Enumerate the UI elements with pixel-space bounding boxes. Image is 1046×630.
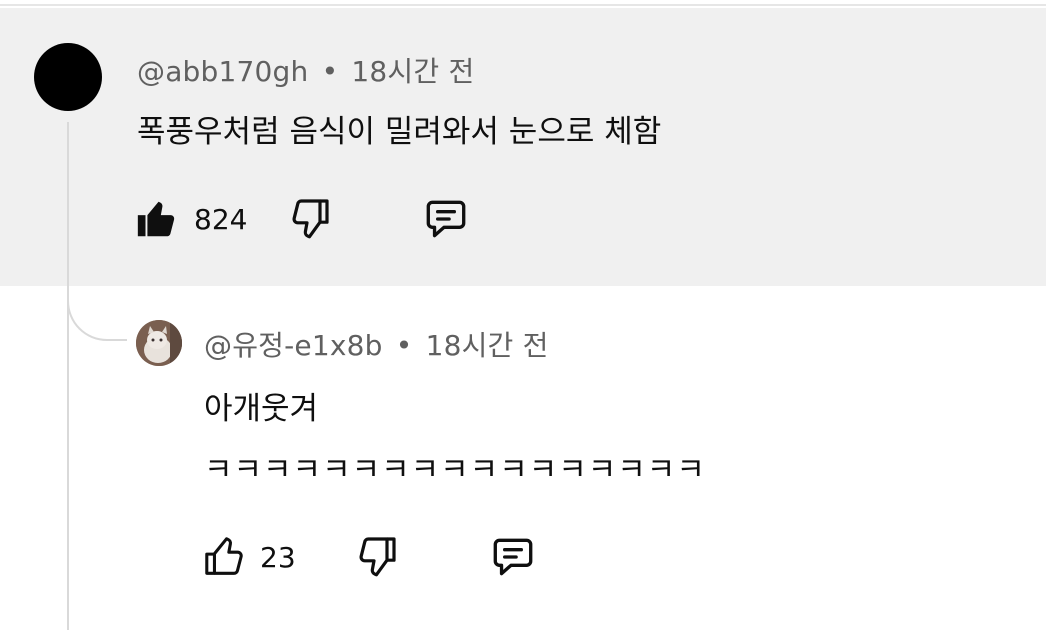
thread-connector — [67, 285, 127, 341]
avatar[interactable] — [34, 43, 102, 111]
thumbs-down-icon[interactable] — [287, 195, 335, 243]
reply-time[interactable]: 18시간 전 — [426, 329, 549, 362]
reply-text-line-2: ㅋㅋㅋㅋㅋㅋㅋㅋㅋㅋㅋㅋㅋㅋㅋㅋㅋ — [204, 452, 706, 488]
reply-meta: @유정-e1x8b • 18시간 전 — [204, 324, 549, 364]
thumbs-up-filled-icon[interactable] — [134, 196, 180, 242]
meta-separator: • — [321, 55, 339, 88]
comment-meta: @abb170gh • 18시간 전 — [137, 50, 474, 90]
thumbs-up-outline-icon[interactable] — [202, 534, 248, 580]
reply-like-count: 23 — [260, 540, 296, 574]
reply-icon[interactable] — [421, 194, 471, 244]
thread-line — [67, 122, 69, 630]
reply-icon[interactable] — [488, 532, 538, 582]
thumbs-down-icon[interactable] — [354, 533, 402, 581]
comment-text: 폭풍우처럼 음식이 밀려와서 눈으로 체함 — [137, 114, 662, 150]
like-count: 824 — [194, 202, 248, 236]
meta-separator: • — [395, 329, 413, 362]
reply-actions: 23 — [202, 532, 538, 582]
comment-actions: 824 — [134, 194, 471, 244]
reply-author[interactable]: @유정-e1x8b — [204, 329, 383, 362]
top-divider — [0, 0, 1046, 6]
comment-author[interactable]: @abb170gh — [137, 55, 308, 88]
comment-time[interactable]: 18시간 전 — [351, 55, 474, 88]
reply-text-line-1: 아개웃겨 — [204, 391, 319, 427]
reply-avatar[interactable] — [136, 320, 182, 366]
